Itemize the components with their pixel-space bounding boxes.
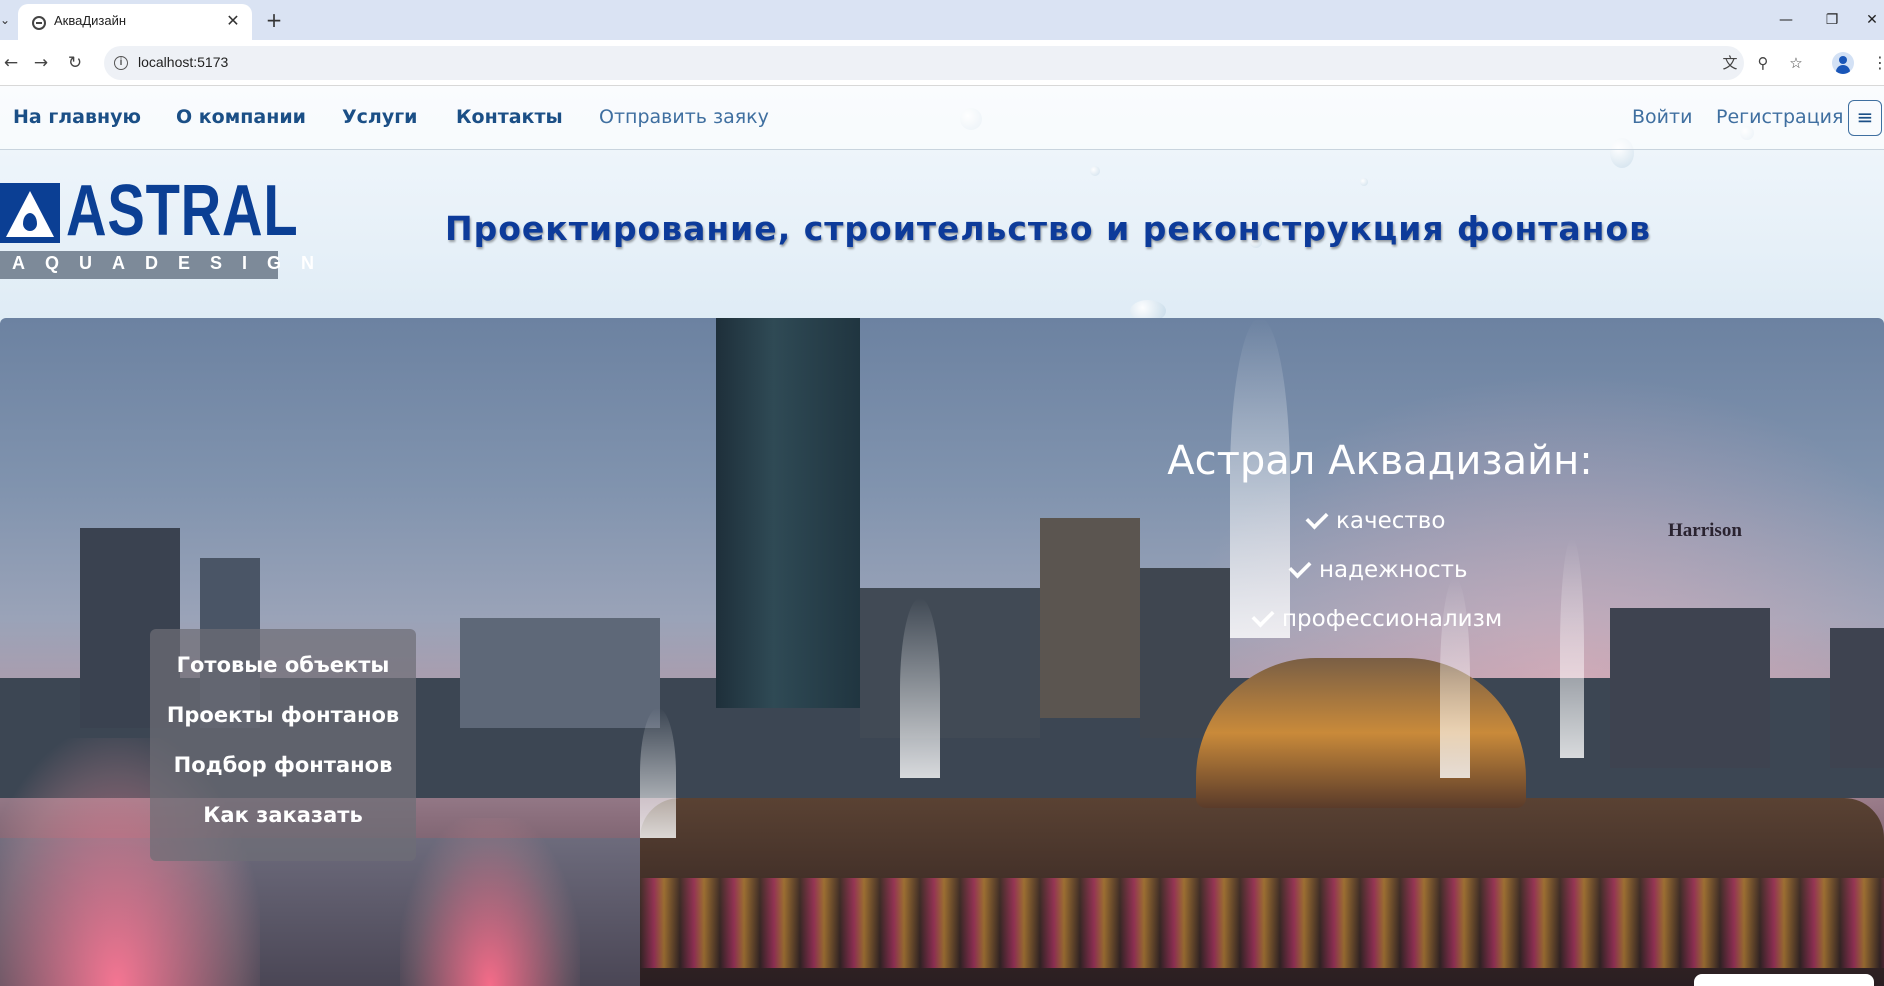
- nav-about-link[interactable]: О компании: [176, 106, 306, 128]
- nav-register-link[interactable]: Регистрация: [1716, 106, 1843, 128]
- menu-link-fountain-selection[interactable]: Подбор фонтанов: [150, 753, 416, 777]
- page-headline: Проектирование, строительство и реконстр…: [445, 209, 1652, 248]
- menu-link-finished-objects[interactable]: Готовые объекты: [150, 653, 416, 677]
- building: [1830, 628, 1884, 768]
- restore-button[interactable]: ❐: [1820, 8, 1844, 32]
- star-icon[interactable]: ☆: [1786, 53, 1806, 73]
- hero-tagline: Астрал Аквадизайн:: [1167, 438, 1593, 484]
- logo-subtitle-bar: AQUADESIGN: [0, 251, 314, 279]
- feature-reliability: надежность: [1288, 555, 1468, 583]
- browser-toolbar: ← → ↻ i localhost:5173 文 ⚲ ☆ ⋮: [0, 40, 1884, 86]
- tab-search-chevron-icon[interactable]: ⌄: [0, 10, 14, 30]
- arrow-left-icon[interactable]: ←: [0, 52, 22, 74]
- building: [460, 618, 660, 728]
- close-icon[interactable]: ✕: [224, 12, 242, 30]
- nav-request-link[interactable]: Отправить заяку: [599, 106, 769, 128]
- check-icon: [1251, 604, 1275, 628]
- translate-icon[interactable]: 文: [1720, 53, 1740, 73]
- check-icon: [1305, 506, 1329, 530]
- menu-link-fountain-projects[interactable]: Проекты фонтанов: [150, 703, 416, 727]
- water-drop: [1090, 166, 1100, 176]
- hamburger-icon[interactable]: ≡: [1848, 100, 1882, 136]
- nav-login-link[interactable]: Войти: [1632, 106, 1692, 128]
- pink-fountain-spray: [400, 818, 580, 986]
- astral-logo[interactable]: ASTRAL AQUADESIGN: [0, 175, 314, 281]
- nav-services-link[interactable]: Услуги: [342, 106, 417, 128]
- water-jet: [900, 598, 940, 778]
- nav-home-link[interactable]: На главную: [13, 106, 141, 128]
- menu-link-how-to-order[interactable]: Как заказать: [150, 803, 416, 827]
- logo-wordmark: ASTRAL: [66, 171, 299, 251]
- check-icon: [1288, 555, 1312, 579]
- fountain-lights: [640, 878, 1884, 968]
- water-drop: [1360, 178, 1368, 186]
- page-viewport: На главную О компании Услуги Контакты От…: [0, 86, 1884, 986]
- corner-widget[interactable]: [1694, 974, 1874, 986]
- feature-professionalism: профессионализм: [1251, 604, 1503, 632]
- site-navbar: На главную О компании Услуги Контакты От…: [0, 86, 1884, 150]
- building: [1610, 608, 1770, 768]
- minimize-button[interactable]: —: [1774, 8, 1798, 32]
- browser-tabstrip: ⌄ АкваДизайн ✕ + — ❐ ✕: [0, 0, 1884, 40]
- feature-label: профессионализм: [1282, 606, 1503, 632]
- fountain-bowl: [1196, 658, 1526, 808]
- zoom-icon[interactable]: ⚲: [1753, 53, 1773, 73]
- water-jet: [640, 708, 676, 838]
- feature-quality: качество: [1305, 506, 1446, 534]
- logo-emblem: [0, 183, 60, 243]
- more-menu-icon[interactable]: ⋮: [1872, 52, 1884, 74]
- window-close-button[interactable]: ✕: [1860, 8, 1884, 32]
- feature-label: качество: [1336, 508, 1446, 534]
- skyscraper: [716, 318, 860, 708]
- building: [860, 588, 1040, 738]
- building: [1040, 518, 1140, 718]
- feature-label: надежность: [1319, 557, 1468, 583]
- hero-side-menu: Готовые объекты Проекты фонтанов Подбор …: [150, 629, 416, 861]
- browser-tab[interactable]: АкваДизайн ✕: [18, 4, 252, 40]
- profile-icon[interactable]: [1832, 52, 1854, 74]
- url-text[interactable]: localhost:5173: [138, 54, 228, 70]
- info-icon[interactable]: i: [114, 56, 128, 70]
- tab-title: АкваДизайн: [54, 13, 127, 28]
- new-tab-button[interactable]: +: [262, 8, 286, 32]
- logo-subtitle: AQUADESIGN: [12, 253, 335, 273]
- address-bar[interactable]: i localhost:5173 文 ⚲ ☆: [104, 46, 1803, 80]
- globe-icon: [32, 16, 46, 30]
- reload-icon[interactable]: ↻: [64, 52, 86, 74]
- water-jet: [1560, 538, 1584, 758]
- nav-contacts-link[interactable]: Контакты: [456, 106, 563, 128]
- hotel-sign: Harrison: [1668, 520, 1742, 541]
- arrow-right-icon[interactable]: →: [30, 52, 52, 74]
